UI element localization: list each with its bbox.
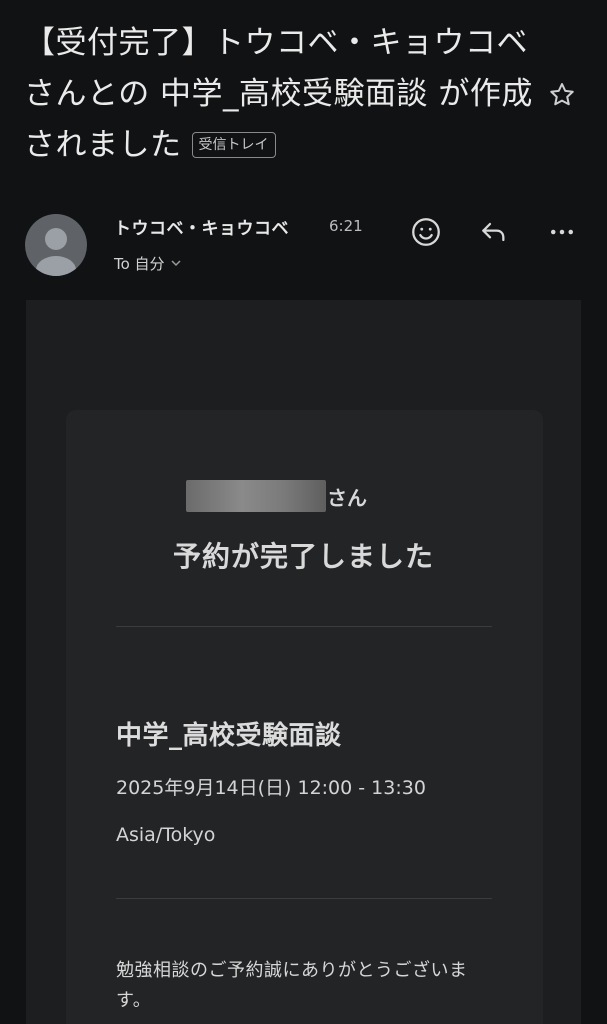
divider xyxy=(116,626,492,627)
recipient-details[interactable]: To 自分 xyxy=(114,253,181,274)
star-icon[interactable] xyxy=(545,78,579,112)
chevron-down-icon xyxy=(171,257,181,270)
send-time: 6:21 xyxy=(329,217,363,235)
reply-icon[interactable] xyxy=(476,214,512,250)
event-title: 中学_高校受験面談 xyxy=(116,721,342,751)
message-text: 勉強相談のご予約誠にありがとうございます。 xyxy=(116,960,468,1011)
sender-name[interactable]: トウコベ・キョウコベ xyxy=(114,214,289,239)
divider xyxy=(116,898,492,899)
emoji-react-icon[interactable] xyxy=(408,214,444,250)
email-body xyxy=(26,300,581,1024)
person-avatar-icon[interactable] xyxy=(25,214,87,276)
recipient-text: To 自分 xyxy=(114,255,165,273)
inbox-label-chip[interactable]: 受信トレイ xyxy=(191,132,276,158)
redacted-name xyxy=(186,480,326,512)
honorific: さん xyxy=(327,486,367,510)
email-subject: 【受付完了】トウコベ・キョウコベさんとの 中学_高校受験面談 が作成されました受… xyxy=(24,18,534,171)
subject-text: 【受付完了】トウコベ・キョウコベさんとの 中学_高校受験面談 が作成されました xyxy=(24,25,533,163)
email-view: 【受付完了】トウコベ・キョウコベさんとの 中学_高校受験面談 が作成されました受… xyxy=(0,0,607,1024)
event-datetime: 2025年9月14日(日) 12:00 - 13:30 xyxy=(116,777,426,799)
confirmation-heading: 予約が完了しました xyxy=(172,540,434,573)
subject-row: 【受付完了】トウコベ・キョウコベさんとの 中学_高校受験面談 が作成されました受… xyxy=(24,18,584,171)
event-timezone: Asia/Tokyo xyxy=(116,824,216,846)
more-options-icon[interactable] xyxy=(544,214,580,250)
